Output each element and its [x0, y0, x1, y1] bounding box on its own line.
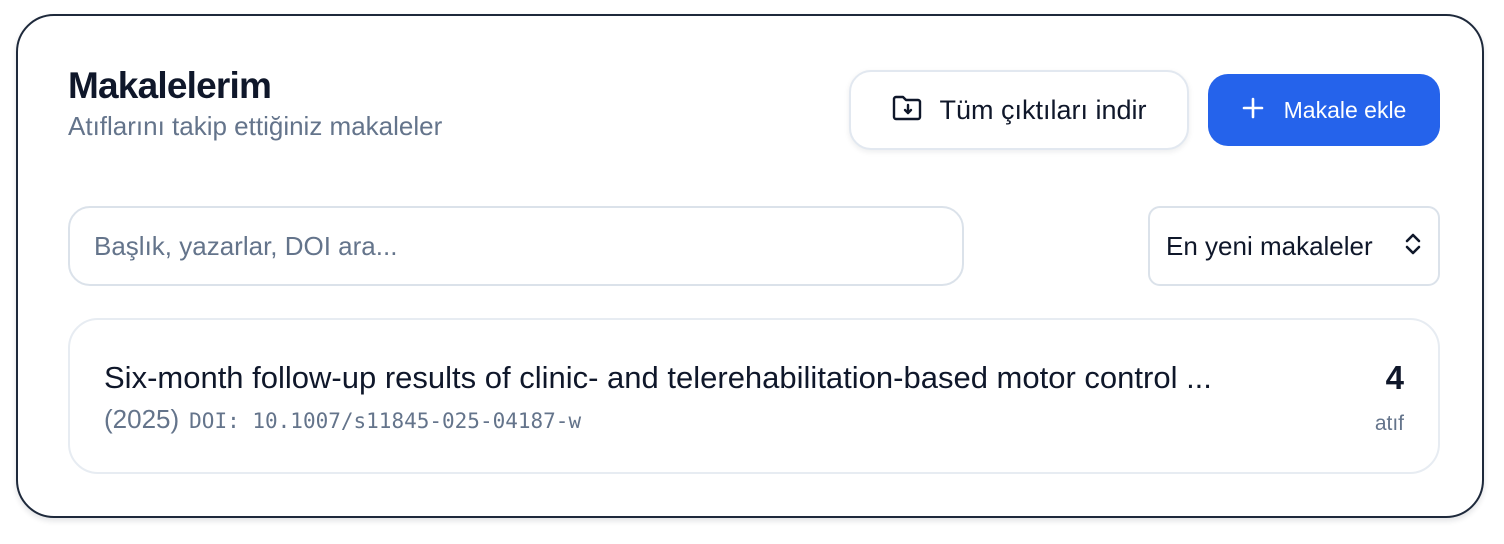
sort-select[interactable]: En yeni makaleler — [1148, 206, 1440, 286]
article-year: (2025) — [104, 404, 180, 434]
article-meta: (2025) DOI: 10.1007/s11845-025-04187-w — [104, 404, 581, 435]
page-title: Makalelerim — [68, 65, 272, 106]
download-all-button[interactable]: Tüm çıktıları indir — [849, 70, 1189, 150]
download-all-label: Tüm çıktıları indir — [939, 94, 1147, 125]
folder-download-icon — [891, 93, 923, 128]
page-subtitle: Atıflarını takip ettiğiniz makaleler — [68, 111, 443, 141]
add-article-button[interactable]: Makale ekle — [1208, 74, 1440, 146]
citation-count-label: atıf — [1374, 412, 1404, 435]
sort-selected-label: En yeni makaleler — [1166, 230, 1373, 261]
plus-icon — [1242, 97, 1264, 124]
article-doi: DOI: 10.1007/s11845-025-04187-w — [189, 409, 582, 433]
add-article-label: Makale ekle — [1283, 96, 1407, 123]
articles-panel: Makalelerim Atıflarını takip ettiğiniz m… — [16, 14, 1484, 518]
chevron-up-down-icon — [1404, 231, 1422, 262]
article-title: Six-month follow-up results of clinic- a… — [104, 360, 1212, 395]
search-input[interactable] — [68, 206, 964, 286]
citation-count: 4 — [1385, 359, 1404, 396]
article-card[interactable]: Six-month follow-up results of clinic- a… — [68, 318, 1440, 474]
